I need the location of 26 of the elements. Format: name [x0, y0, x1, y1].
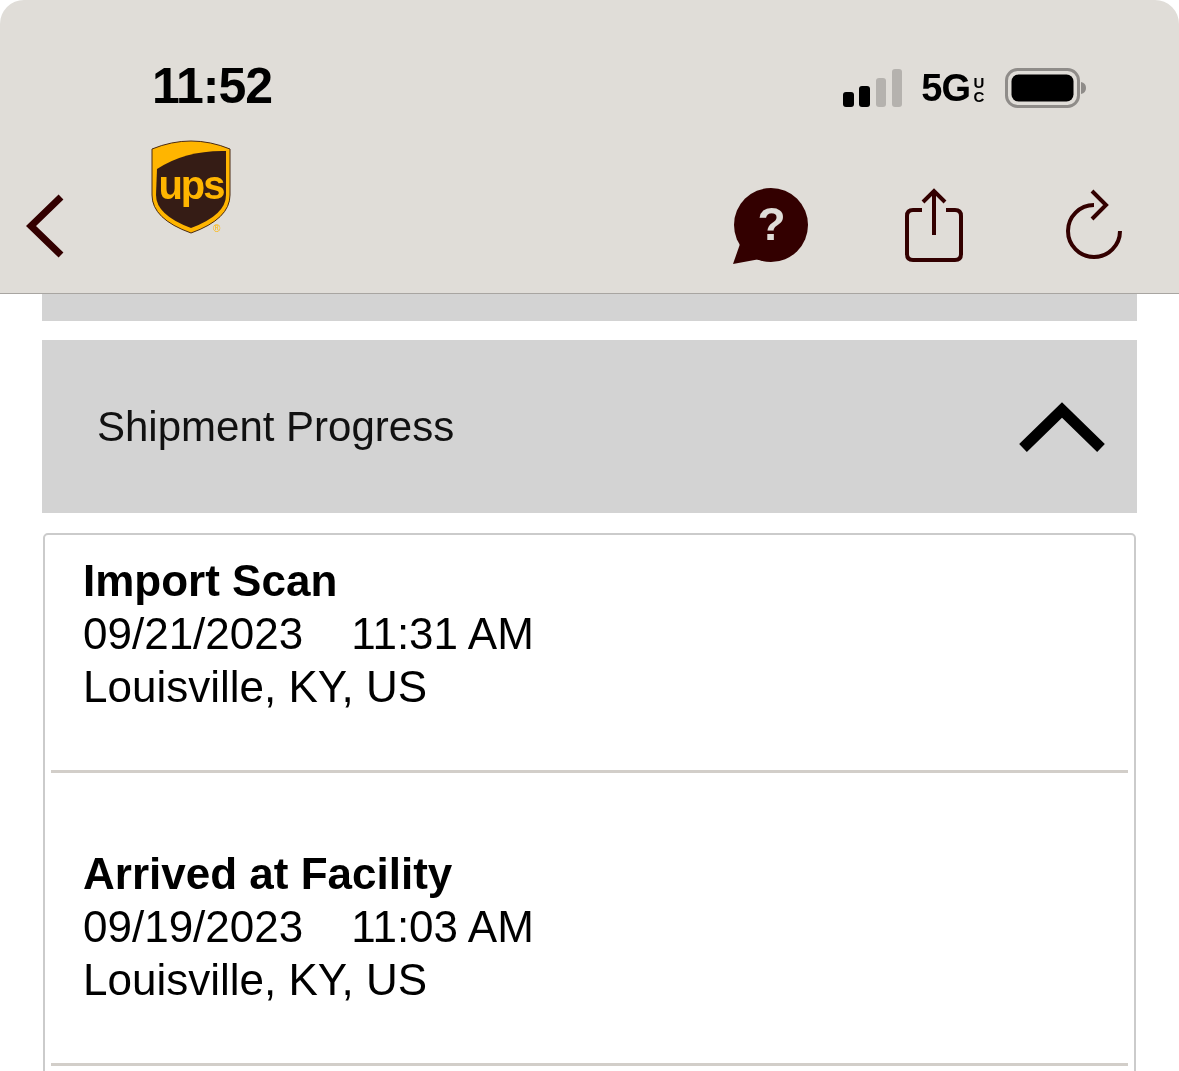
status-time: 11:52	[152, 57, 273, 116]
event-time: 11:31 AM	[351, 608, 534, 660]
event-time: 11:03 AM	[351, 901, 534, 953]
back-chevron-icon	[26, 194, 66, 258]
logo-text: ups	[157, 162, 225, 209]
battery-icon	[1005, 68, 1087, 108]
share-button[interactable]	[905, 188, 963, 262]
help-button[interactable]: ?	[732, 188, 809, 264]
back-button[interactable]	[26, 194, 66, 258]
network-suffix: UC	[973, 76, 985, 104]
event-title: Arrived at Facility	[83, 848, 454, 900]
share-icon	[905, 188, 963, 262]
shield-logo-icon	[150, 137, 232, 234]
event-date: 09/21/2023	[83, 608, 304, 660]
refresh-icon	[1064, 188, 1124, 260]
accordion-header[interactable]: Shipment Progress	[42, 340, 1137, 513]
event-location: Louisville, KY, US	[83, 954, 429, 1006]
network-label: 5G	[921, 68, 970, 108]
event-title: Import Scan	[83, 555, 339, 607]
event-location: Louisville, KY, US	[83, 661, 429, 713]
speech-bubble-icon	[732, 188, 809, 264]
signal-icon	[843, 69, 904, 107]
chevron-up-icon	[1019, 401, 1105, 452]
event-date: 09/19/2023	[83, 901, 304, 953]
registered-mark: ®	[213, 223, 221, 234]
refresh-button[interactable]	[1064, 188, 1124, 260]
